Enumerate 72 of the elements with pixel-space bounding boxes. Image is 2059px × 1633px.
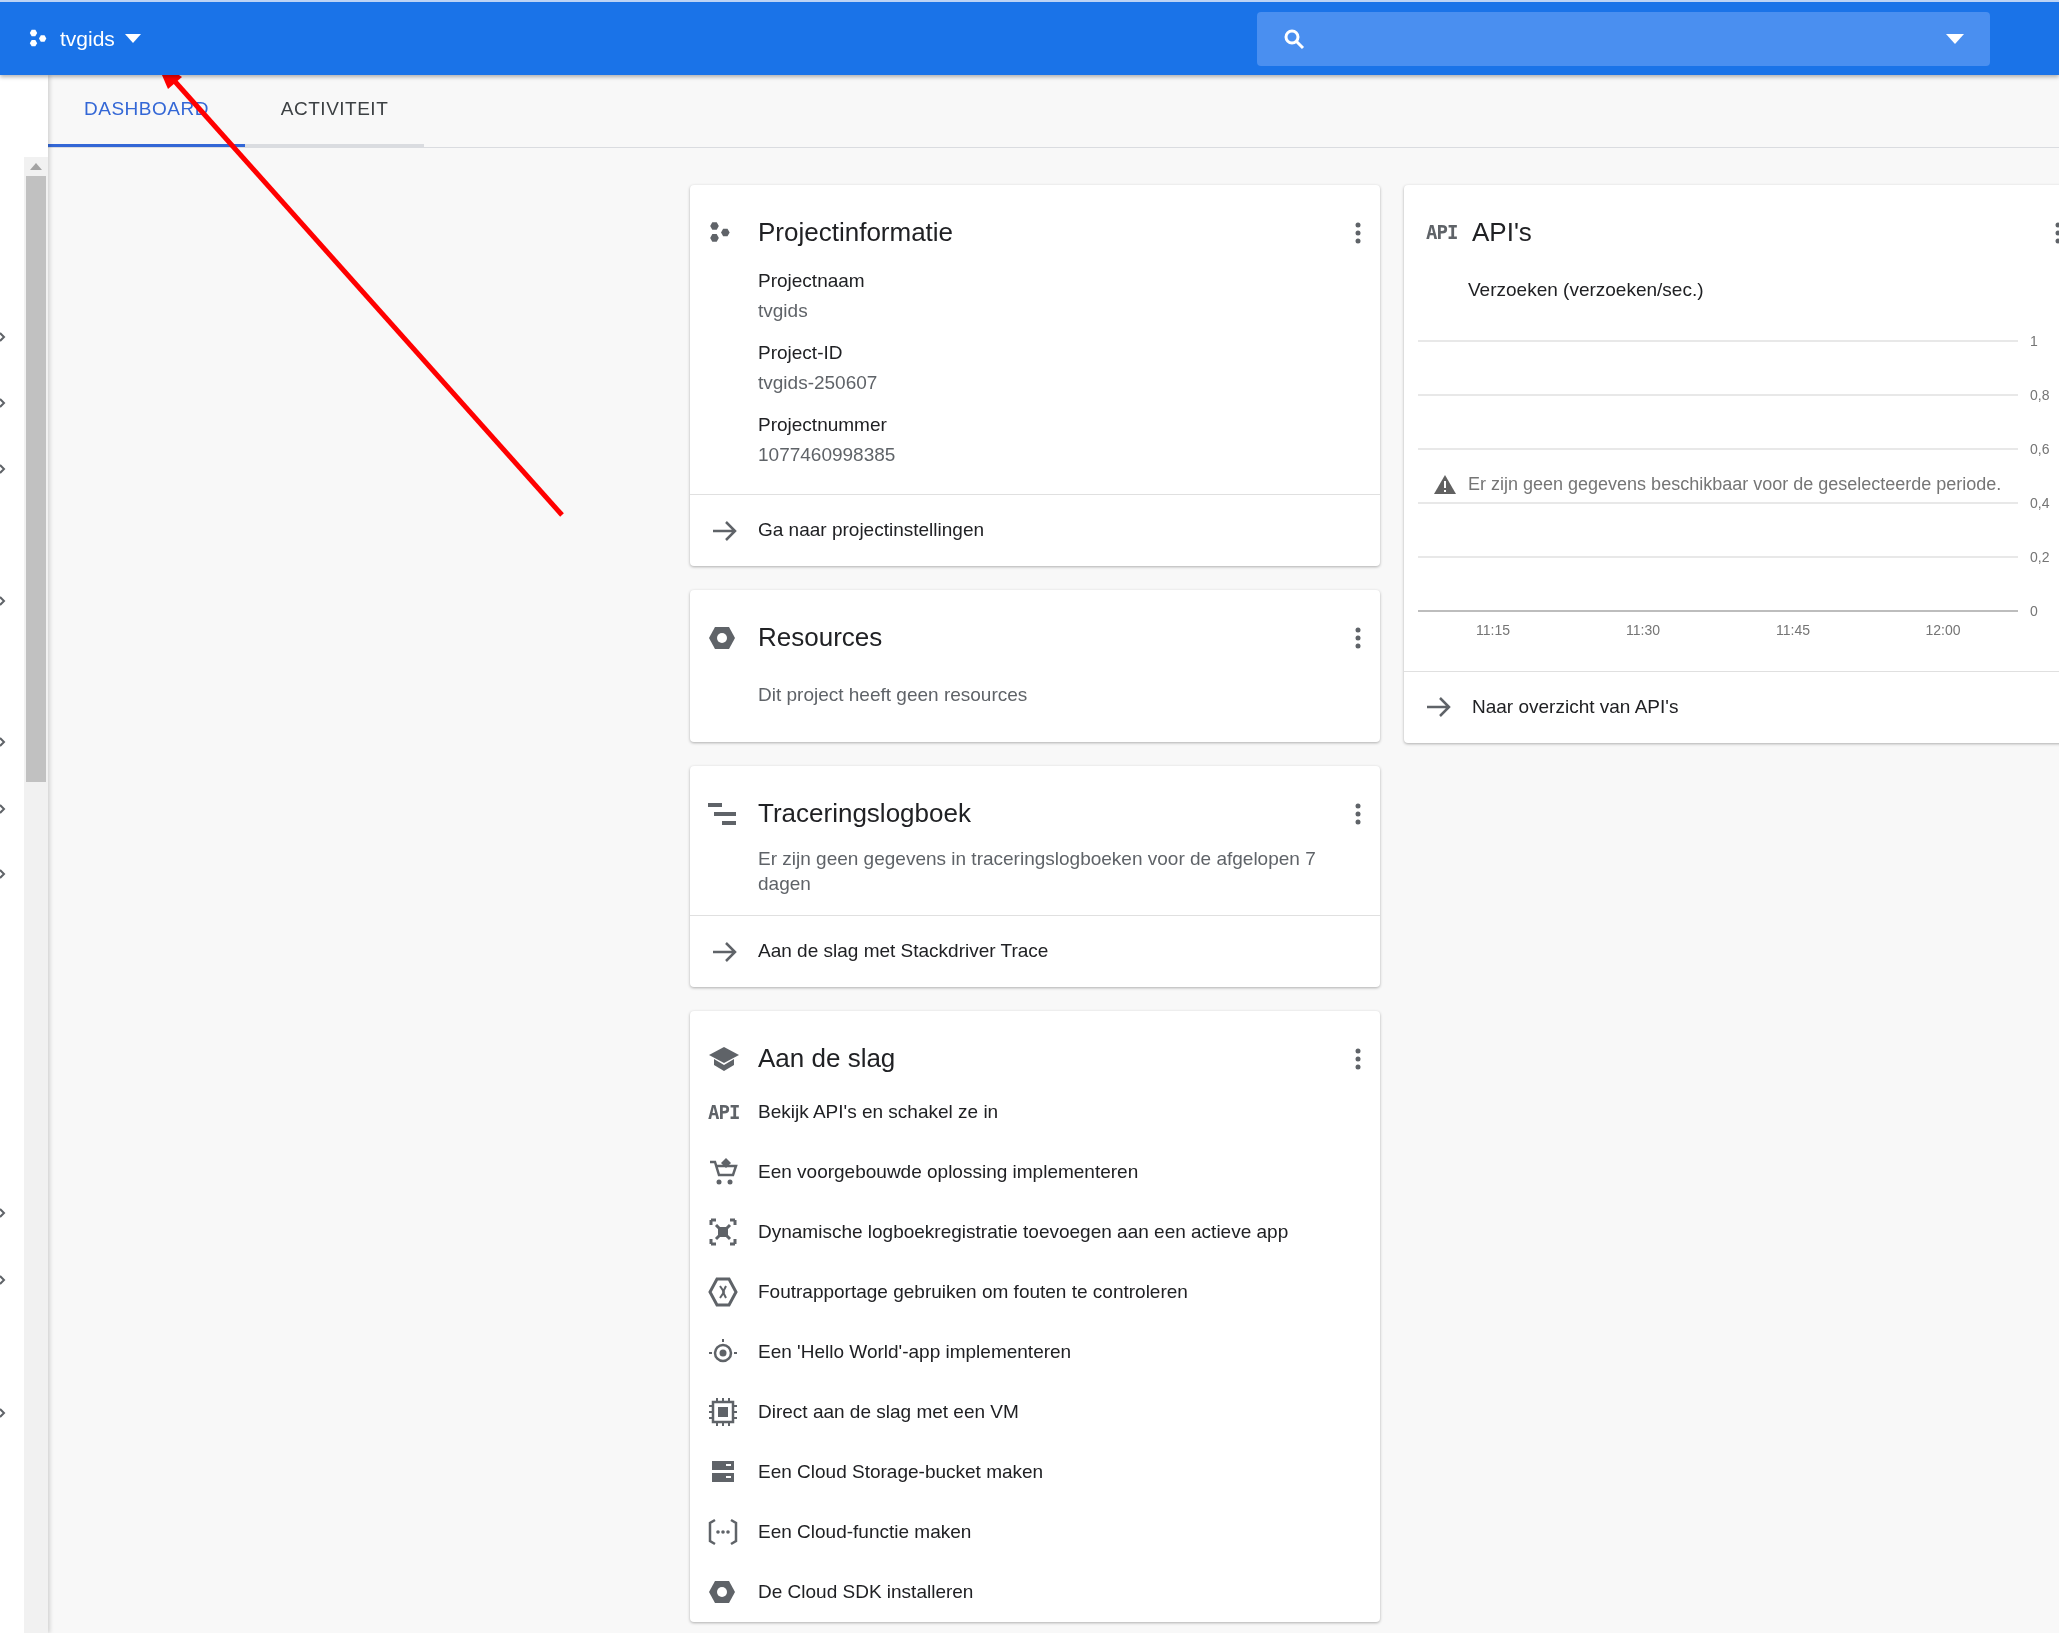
list-link[interactable]: Een Cloud-functie maken [758, 1517, 972, 1547]
chevron-right-icon[interactable] [0, 332, 6, 342]
search-field[interactable] [1257, 11, 1990, 66]
sdk-icon [708, 1579, 736, 1605]
x-tick-label: 12:00 [1925, 621, 1961, 638]
y-tick-label: 1 [2030, 332, 2038, 349]
api-icon: API [1426, 218, 1472, 247]
card-message: Er zijn geen gegevens in traceringslogboeken voor de afgelopen 7 dagen [758, 848, 1316, 894]
list-link[interactable]: Direct aan de slag met een VM [758, 1397, 1019, 1427]
field-value: tvgids [758, 299, 809, 323]
arrow-right-icon [1426, 696, 1452, 718]
scrollbar-thumb[interactable] [26, 176, 46, 782]
list-link[interactable]: De Cloud SDK installeren [758, 1577, 974, 1607]
card-title: API's [1472, 216, 1532, 249]
list-link[interactable]: Foutrapportage gebruiken om fouten te controleren [758, 1277, 1188, 1307]
card-link[interactable]: Naar overzicht van API's [1472, 692, 1679, 722]
list-link[interactable]: Dynamische logboekregistratie toevoegen aan een actieve app [758, 1217, 1289, 1247]
card-title: Aan de slag [758, 1042, 896, 1075]
card-title: Traceringslogboek [758, 797, 971, 830]
list-link[interactable]: Een voorgebouwde oplossing implementeren [758, 1157, 1139, 1187]
list-link[interactable]: Een Cloud Storage-bucket maken [758, 1457, 1044, 1487]
search-icon [1283, 27, 1305, 50]
card-link[interactable]: Ga naar projectinstellingen [758, 516, 985, 545]
more-options-icon[interactable] [1354, 626, 1362, 649]
api-icon: API [708, 1097, 740, 1127]
more-options-icon[interactable] [1354, 221, 1362, 244]
chevron-right-icon[interactable] [0, 737, 6, 747]
warning-icon [1434, 475, 1456, 494]
dropdown-caret-icon[interactable] [1946, 33, 1964, 44]
field-value: 1077460998385 [758, 443, 897, 467]
chevron-right-icon[interactable] [0, 1408, 6, 1418]
arrow-right-icon [712, 940, 738, 963]
x-tick-label: 11:30 [1626, 621, 1660, 638]
y-tick-label: 0 [2030, 602, 2038, 619]
field-label: Projectnummer [758, 413, 888, 437]
chevron-right-icon[interactable] [0, 804, 6, 814]
error-report-icon [708, 1277, 738, 1307]
tab[interactable]: ACTIVITEIT [244, 74, 425, 147]
y-tick-label: 0,2 [2030, 548, 2050, 565]
chip-icon [708, 1397, 738, 1427]
chevron-right-icon[interactable] [0, 596, 6, 606]
y-tick-label: 0,8 [2030, 386, 2050, 403]
list-link[interactable]: Bekijk API's en schakel ze in [758, 1097, 999, 1127]
nodes-icon [708, 1217, 738, 1247]
function-icon [708, 1517, 738, 1547]
list-link[interactable]: Een 'Hello World'-app implementeren [758, 1337, 1072, 1367]
graduation-cap-icon [708, 1045, 740, 1072]
card-link[interactable]: Aan de slag met Stackdriver Trace [758, 937, 1049, 966]
card-title: Resources [758, 621, 883, 654]
card-title: Projectinformatie [758, 216, 954, 249]
more-options-icon[interactable] [1354, 802, 1362, 825]
chart-title: Verzoeken (verzoeken/sec.) [1467, 278, 1705, 302]
chevron-right-icon[interactable] [0, 464, 6, 474]
chevron-right-icon[interactable] [0, 869, 6, 879]
field-label: Project-ID [758, 341, 844, 365]
x-tick-label: 11:45 [1776, 621, 1810, 638]
chevron-right-icon[interactable] [0, 1208, 6, 1218]
y-tick-label: 0,6 [2030, 440, 2050, 457]
project-selector[interactable]: tvgids [28, 22, 141, 55]
dropdown-caret-icon [124, 34, 141, 43]
y-tick-label: 0,4 [2030, 494, 2050, 511]
resources-icon [708, 624, 736, 651]
field-label: Projectnaam [758, 269, 866, 293]
trace-icon [708, 800, 736, 827]
arrow-right-icon [712, 519, 738, 542]
cart-icon [708, 1157, 738, 1187]
x-tick-label: 11:15 [1476, 621, 1510, 638]
more-options-icon[interactable] [1354, 1047, 1362, 1070]
field-value: tvgids-250607 [758, 371, 879, 395]
chevron-right-icon[interactable] [0, 398, 6, 408]
card-message: Dit project heeft geen resources [758, 684, 1028, 705]
chevron-right-icon[interactable] [0, 1275, 6, 1285]
